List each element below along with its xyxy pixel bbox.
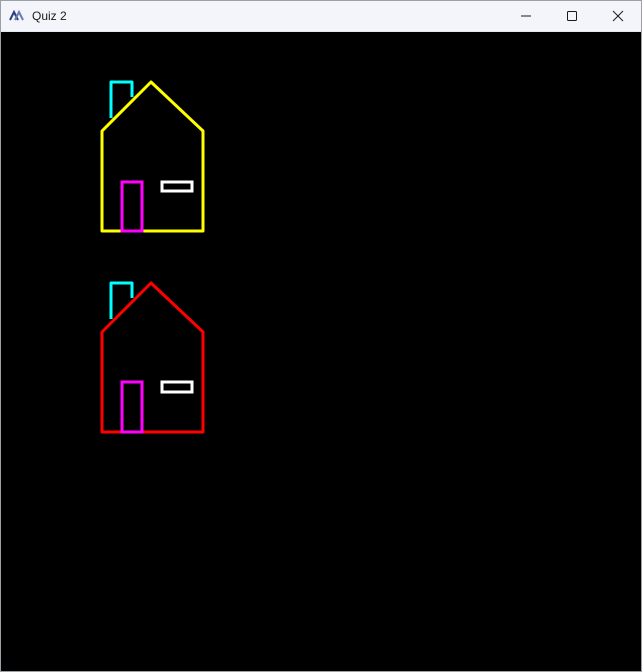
house-window <box>160 180 194 193</box>
app-logo-icon <box>9 9 24 21</box>
house-outline <box>100 281 205 434</box>
door <box>120 380 144 434</box>
app-window: Quiz 2 <box>0 0 642 672</box>
minimize-button[interactable] <box>503 1 549 31</box>
house-window <box>160 380 194 394</box>
house-yellow <box>100 80 205 233</box>
title-bar[interactable]: Quiz 2 <box>1 1 641 32</box>
drawing-canvas <box>1 32 641 671</box>
house-outline <box>100 80 205 233</box>
minimize-icon <box>521 15 531 17</box>
door <box>120 180 144 233</box>
close-icon <box>612 10 624 22</box>
close-button[interactable] <box>595 1 641 31</box>
window-title: Quiz 2 <box>32 9 67 23</box>
maximize-button[interactable] <box>549 1 595 31</box>
maximize-icon <box>567 11 577 21</box>
house-red <box>100 281 205 434</box>
